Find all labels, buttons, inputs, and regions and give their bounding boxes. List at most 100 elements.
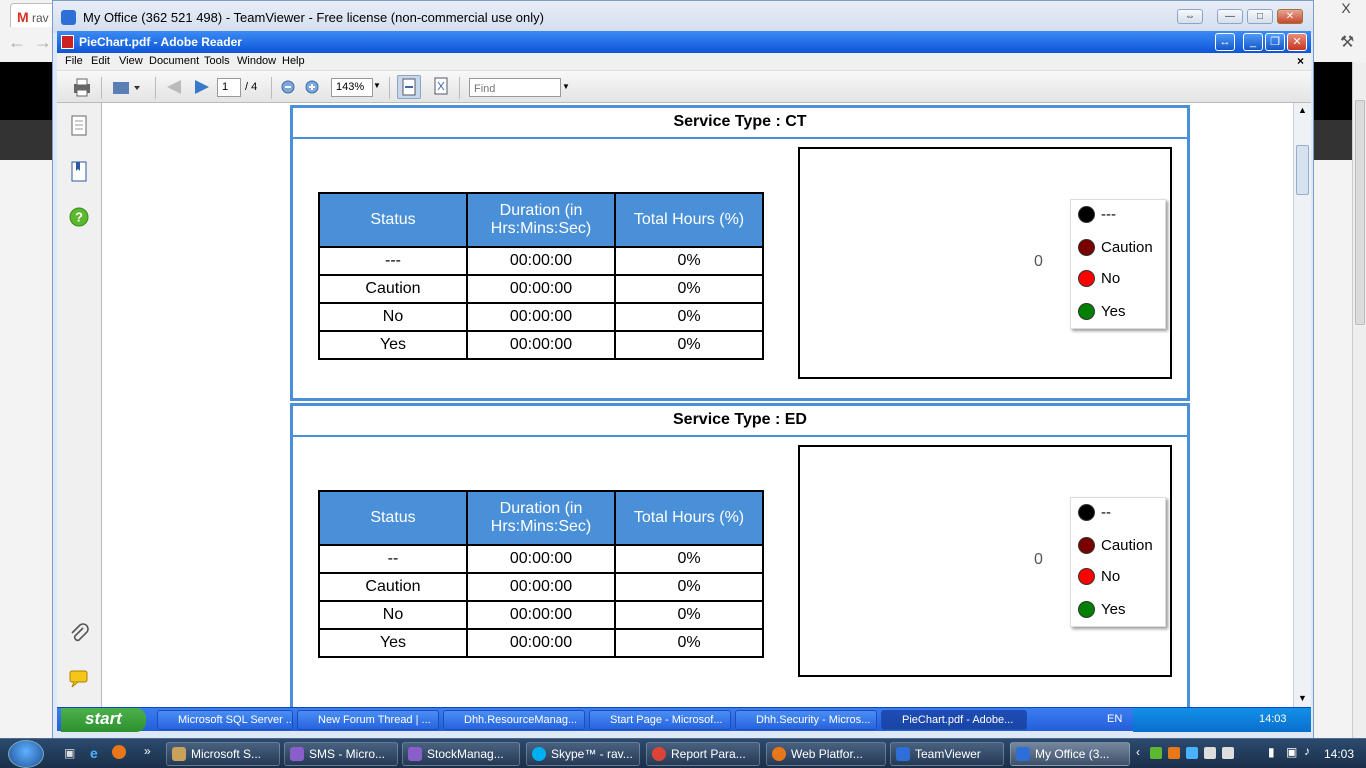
menu-file[interactable]: File xyxy=(65,55,83,67)
back-arrow-icon[interactable]: ← xyxy=(8,32,26,53)
attachments-icon[interactable] xyxy=(69,623,89,645)
reader-menu-bar: File Edit View Document Tools Window Hel… xyxy=(57,53,1311,71)
document-close-button[interactable]: × xyxy=(1297,54,1304,68)
ie-icon[interactable]: e xyxy=(90,745,98,761)
menu-view[interactable]: View xyxy=(119,55,143,67)
remote-taskbar-item[interactable]: Start Page - Microsof... xyxy=(589,710,731,730)
remote-taskbar-item[interactable]: Dhh.ResourceManag... xyxy=(443,710,585,730)
outer-close-button[interactable]: X xyxy=(1331,0,1361,16)
status-table: Status Duration (in Hrs:Mins:Sec) Total … xyxy=(318,192,764,360)
previous-page-icon[interactable] xyxy=(165,79,183,95)
remote-taskbar-item[interactable]: Microsoft SQL Server ... xyxy=(157,710,293,730)
tray-app-icon[interactable] xyxy=(1186,747,1198,759)
zoom-dropdown-icon[interactable]: ▼ xyxy=(373,81,381,90)
teamviewer-switch-button[interactable]: ⇔ xyxy=(1177,9,1203,24)
bookmarks-panel-icon[interactable] xyxy=(70,161,88,183)
volume-icon[interactable]: ♪ xyxy=(1304,744,1310,758)
scroll-down-icon[interactable]: ▼ xyxy=(1298,693,1307,703)
teamviewer-maximize-button[interactable]: □ xyxy=(1247,9,1273,24)
taskbar-item[interactable]: Web Platfor... xyxy=(766,742,886,766)
system-clock[interactable]: 14:03 xyxy=(1324,747,1354,761)
print-icon[interactable] xyxy=(71,77,93,97)
language-indicator[interactable]: EN xyxy=(1107,713,1122,725)
email-collaborate-icon[interactable] xyxy=(111,77,141,97)
show-hidden-icons-icon[interactable]: ‹ xyxy=(1136,745,1140,759)
menu-tools[interactable]: Tools xyxy=(204,55,230,67)
zoom-out-icon[interactable] xyxy=(281,80,295,94)
reader-restore-button[interactable]: ❐ xyxy=(1265,33,1285,51)
taskbar-item[interactable]: Report Para... xyxy=(646,742,760,766)
teamviewer-icon xyxy=(1016,747,1030,761)
comments-icon[interactable] xyxy=(69,669,91,689)
table-cell: 00:00:00 xyxy=(466,274,616,304)
taskbar-item-label: StockManag... xyxy=(427,747,504,761)
show-desktop-icon[interactable]: ▣ xyxy=(64,746,75,760)
legend-label: --- xyxy=(1101,206,1116,223)
pages-panel-icon[interactable] xyxy=(70,115,88,137)
reader-fit-button[interactable]: ↔ xyxy=(1215,33,1235,51)
windows-start-orb[interactable] xyxy=(8,740,44,768)
legend-label: Caution xyxy=(1101,537,1153,554)
legend-label: No xyxy=(1101,568,1121,585)
legend-label: -- xyxy=(1101,504,1111,521)
outer-scroll-thumb[interactable] xyxy=(1355,100,1365,325)
taskbar-item[interactable]: TeamViewer xyxy=(890,742,1004,766)
menu-edit[interactable]: Edit xyxy=(91,55,110,67)
help-icon[interactable]: ? xyxy=(69,207,89,227)
display-icon[interactable]: ▣ xyxy=(1286,745,1297,759)
wrench-icon[interactable]: ⚒ xyxy=(1340,32,1354,52)
legend-dot xyxy=(1079,207,1094,222)
section-body: Status Duration (in Hrs:Mins:Sec) Total … xyxy=(290,437,1190,707)
teamviewer-minimize-button[interactable]: — xyxy=(1217,9,1243,24)
menu-document[interactable]: Document xyxy=(149,55,199,67)
outer-page-band-right xyxy=(1314,120,1354,160)
tray-app-icon[interactable] xyxy=(1150,747,1162,759)
forward-arrow-icon[interactable]: → xyxy=(34,32,52,53)
reader-scrollbar[interactable]: ▲ ▼ xyxy=(1293,103,1311,707)
find-input[interactable] xyxy=(469,78,561,97)
reader-minimize-button[interactable]: _ xyxy=(1243,33,1263,51)
taskbar-item[interactable]: Microsoft S... xyxy=(166,742,280,766)
zoom-in-icon[interactable] xyxy=(305,80,319,94)
teamviewer-close-button[interactable]: ✕ xyxy=(1277,9,1303,24)
outer-scrollbar[interactable] xyxy=(1352,62,1366,738)
tray-app-icon[interactable] xyxy=(1168,747,1180,759)
svg-text:?: ? xyxy=(75,210,83,225)
firefox-icon[interactable] xyxy=(112,745,126,759)
find-dropdown-icon[interactable]: ▼ xyxy=(562,82,570,91)
navigation-pane: ? xyxy=(57,103,102,707)
zoom-level-input[interactable]: 143% xyxy=(331,78,373,97)
page-total: / 4 xyxy=(245,81,258,93)
taskbar-item-label: My Office (3... xyxy=(1035,747,1110,761)
toolbar-separator xyxy=(155,77,156,99)
remote-taskbar-item-active[interactable]: PieChart.pdf - Adobe... xyxy=(881,710,1027,730)
scroll-up-icon[interactable]: ▲ xyxy=(1298,105,1307,115)
next-page-icon[interactable] xyxy=(193,79,211,95)
outer-browser-tab[interactable]: M rav xyxy=(10,3,56,27)
more-quicklaunch-icon[interactable]: » xyxy=(144,744,151,758)
fit-width-icon[interactable] xyxy=(397,75,421,99)
remote-taskbar-item[interactable]: New Forum Thread | ... xyxy=(297,710,439,730)
network-icon[interactable]: ▮ xyxy=(1268,745,1275,759)
table-cell: 00:00:00 xyxy=(466,330,616,360)
taskbar-item[interactable]: Skype™ - rav... xyxy=(526,742,640,766)
table-cell: 0% xyxy=(614,544,764,574)
taskbar-item-active[interactable]: My Office (3... xyxy=(1010,742,1130,766)
page-number-input[interactable]: 1 xyxy=(217,78,241,97)
remote-clock[interactable]: 14:03 xyxy=(1259,713,1287,725)
reader-title: PieChart.pdf - Adobe Reader xyxy=(79,35,242,49)
remote-taskbar-item[interactable]: Dhh.Security - Micros... xyxy=(735,710,877,730)
fit-page-icon[interactable] xyxy=(433,77,449,95)
remote-start-button[interactable]: start xyxy=(61,708,146,732)
reader-close-button[interactable]: ✕ xyxy=(1287,33,1307,51)
menu-help[interactable]: Help xyxy=(282,55,305,67)
taskbar-item[interactable]: SMS - Micro... xyxy=(284,742,398,766)
tray-app-icon[interactable] xyxy=(1222,747,1234,759)
web-platform-icon xyxy=(772,747,786,761)
teamviewer-title: My Office (362 521 498) - TeamViewer - F… xyxy=(83,10,544,25)
menu-window[interactable]: Window xyxy=(237,55,276,67)
adobe-reader-window: PieChart.pdf - Adobe Reader ↔ _ ❐ ✕ File… xyxy=(57,31,1311,707)
reader-scroll-thumb[interactable] xyxy=(1296,145,1309,195)
tray-app-icon[interactable] xyxy=(1204,747,1216,759)
taskbar-item[interactable]: StockManag... xyxy=(402,742,520,766)
